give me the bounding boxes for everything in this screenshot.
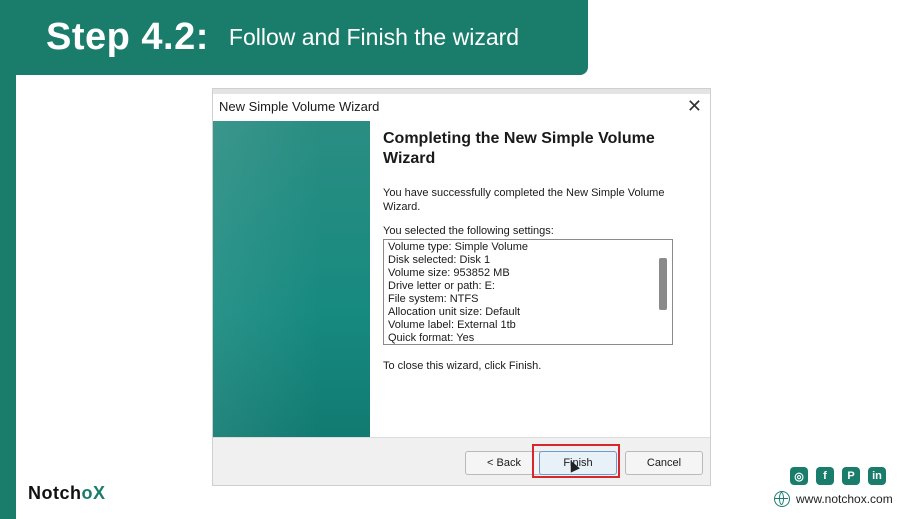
settings-line: Allocation unit size: Default — [388, 306, 521, 318]
settings-line: Disk selected: Disk 1 — [388, 254, 491, 266]
settings-list[interactable]: Volume type: Simple Volume Disk selected… — [383, 239, 673, 345]
logo-suffix: oX — [81, 483, 106, 503]
website-link[interactable]: www.notchox.com — [774, 491, 893, 507]
cancel-button[interactable]: Cancel — [625, 451, 703, 475]
instagram-icon[interactable]: ◎ — [790, 467, 808, 485]
side-banner-shade — [213, 121, 323, 437]
settings-scrollbar[interactable] — [659, 258, 667, 310]
website-url: www.notchox.com — [796, 492, 893, 506]
wizard-window: New Simple Volume Wizard ✕ Completing th… — [212, 88, 711, 486]
wizard-heading: Completing the New Simple Volume Wizard — [383, 130, 655, 167]
wizard-side-banner — [213, 121, 370, 437]
linkedin-icon[interactable]: in — [868, 467, 886, 485]
step-subtitle: Follow and Finish the wizard — [228, 24, 520, 50]
settings-lines: Volume type: Simple Volume Disk selected… — [388, 241, 653, 344]
globe-icon — [774, 491, 790, 507]
settings-line: Quick format: Yes — [388, 332, 475, 344]
facebook-icon[interactable]: f — [816, 467, 834, 485]
wizard-titlebar: New Simple Volume Wizard ✕ — [213, 94, 710, 121]
step-number: Step 4.2: — [46, 16, 209, 58]
close-icon[interactable]: ✕ — [687, 96, 702, 117]
settings-line: Volume type: Simple Volume — [388, 241, 529, 253]
pinterest-icon[interactable]: P — [842, 467, 860, 485]
settings-line: Volume label: External 1tb — [388, 319, 516, 331]
logo-prefix: Notch — [28, 483, 82, 503]
close-instruction: To close this wizard, click Finish. — [383, 360, 542, 372]
wizard-button-bar: < Back Finish Cancel — [213, 437, 710, 485]
step-banner: Step 4.2: Follow and Finish the wizard — [0, 0, 588, 75]
social-icons: ◎ f P in — [790, 467, 886, 485]
wizard-content: Completing the New Simple Volume Wizard … — [370, 121, 710, 437]
settings-label: You selected the following settings: — [383, 225, 554, 237]
settings-line: File system: NTFS — [388, 293, 479, 305]
settings-line: Volume size: 953852 MB — [388, 267, 510, 279]
wizard-title: New Simple Volume Wizard — [219, 99, 380, 114]
settings-line: Drive letter or path: E: — [388, 280, 495, 292]
left-brand-stripe — [0, 0, 16, 519]
wizard-description: You have successfully completed the New … — [383, 187, 665, 213]
notchox-logo: NotchoX — [28, 483, 106, 504]
